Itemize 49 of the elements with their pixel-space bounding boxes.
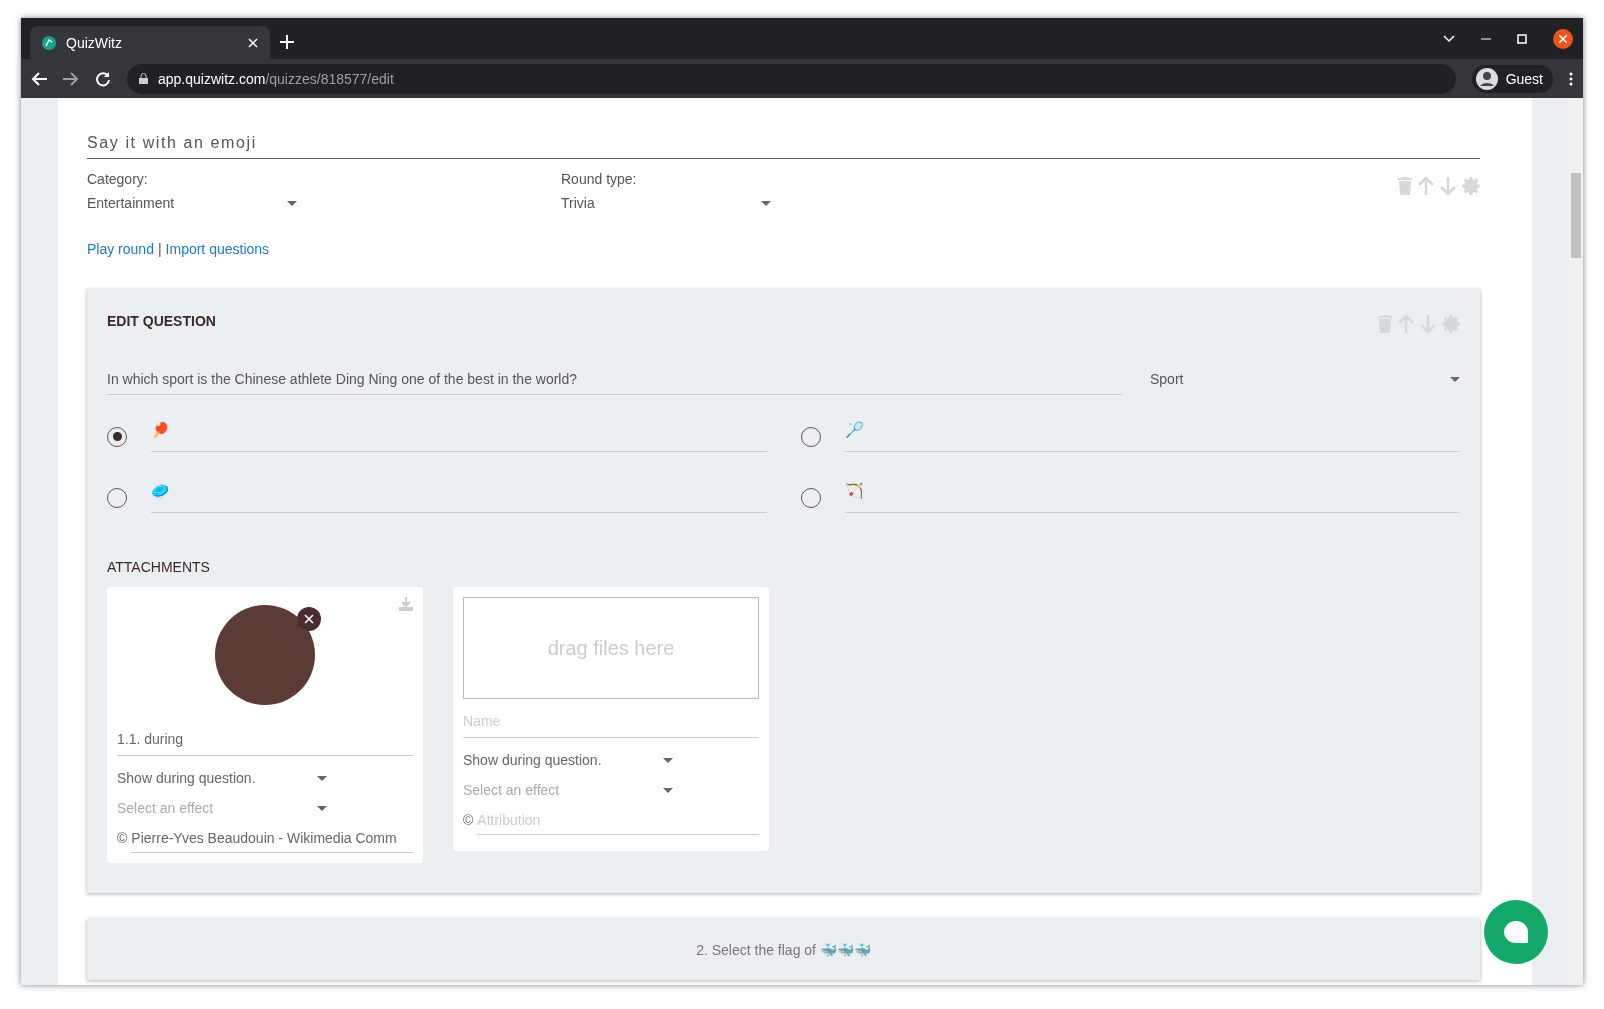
profile-button[interactable]: Guest — [1471, 64, 1553, 93]
attachment-name-field[interactable]: 1.1. during — [117, 721, 413, 756]
import-questions-link[interactable]: Import questions — [165, 241, 270, 257]
caret-icon — [663, 787, 673, 793]
question-collapsed-card[interactable]: 2. Select the flag of 🐳🐳🐳 — [87, 919, 1480, 980]
round-type-select[interactable]: Trivia — [561, 195, 771, 211]
chat-bubble-icon — [1504, 921, 1528, 943]
attribution-field[interactable]: Pierre-Yves Beaudouin - Wikimedia Comm — [131, 830, 413, 853]
round-title-field[interactable]: Say it with an emoji — [87, 134, 1480, 159]
browser-tab[interactable]: QuizWitz — [30, 26, 270, 59]
attachments-heading: ATTACHMENTS — [107, 559, 211, 575]
lock-icon — [139, 73, 148, 84]
new-tab-icon[interactable] — [280, 35, 294, 49]
round-type-label: Round type: — [561, 171, 638, 187]
caret-icon — [317, 775, 327, 781]
answer-field[interactable]: 🏓 — [151, 421, 767, 452]
close-icon — [1559, 34, 1567, 43]
menu-icon[interactable] — [1569, 71, 1573, 86]
maximize-icon[interactable] — [1517, 33, 1527, 44]
caret-icon — [663, 757, 673, 763]
forward-icon[interactable] — [63, 71, 79, 86]
minimize-icon[interactable] — [1481, 37, 1491, 40]
show-timing-select[interactable]: Show during question. — [117, 770, 327, 786]
copyright-symbol: © — [463, 812, 474, 830]
address-bar[interactable]: app.quizwitz.com/quizzes/818577/edit — [127, 63, 1456, 94]
scrollbar[interactable] — [1569, 98, 1583, 985]
question-category-select[interactable]: Sport — [1150, 371, 1460, 387]
play-round-link[interactable]: Play round — [87, 241, 154, 257]
app-logo-icon — [42, 35, 56, 50]
caret-icon — [287, 200, 297, 206]
answer-field[interactable]: 🏹 — [844, 482, 1460, 513]
close-icon[interactable] — [248, 37, 258, 48]
category-select[interactable]: Entertainment — [87, 195, 297, 211]
question-field[interactable]: In which sport is the Chinese athlete Ding Ning one of the best in the world? — [107, 371, 1122, 395]
caret-icon — [317, 805, 327, 811]
remove-button[interactable] — [297, 607, 321, 631]
back-icon[interactable] — [31, 71, 47, 86]
reload-icon[interactable] — [95, 70, 111, 87]
link-separator: | — [157, 241, 162, 257]
avatar-icon — [1475, 67, 1498, 90]
category-label: Category: — [87, 171, 149, 187]
chevron-down-icon[interactable] — [1443, 34, 1455, 43]
caret-icon — [761, 200, 771, 206]
edit-question-heading: EDIT QUESTION — [107, 313, 216, 329]
caret-icon — [1450, 376, 1460, 382]
close-icon — [304, 614, 314, 624]
copyright-symbol: © — [117, 830, 128, 848]
show-timing-select[interactable]: Show during question. — [463, 752, 673, 768]
close-window-button[interactable] — [1553, 28, 1573, 49]
